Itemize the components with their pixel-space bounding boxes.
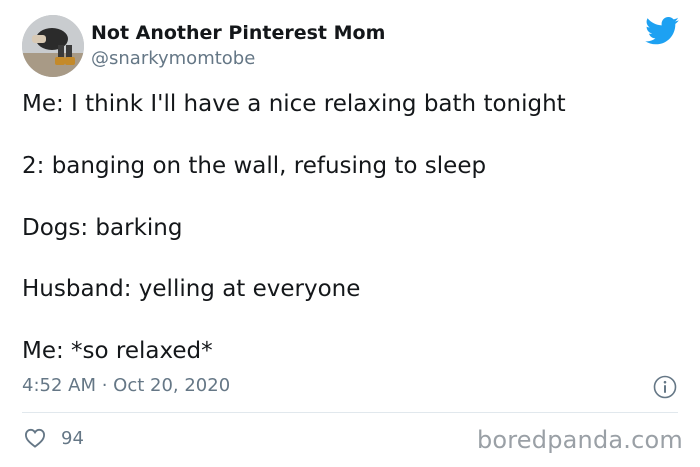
tweet-text-line: Husband: yelling at everyone [22, 276, 361, 302]
tweet-text-line: 2: banging on the wall, refusing to slee… [22, 153, 487, 179]
like-count: 94 [61, 428, 84, 449]
heart-icon[interactable] [24, 428, 46, 448]
user-handle[interactable]: @snarkymomtobe [91, 48, 255, 69]
tweet-timestamp[interactable]: 4:52 AM · Oct 20, 2020 [22, 375, 230, 396]
info-icon[interactable] [653, 375, 677, 399]
tweet-card: Not Another Pinterest Mom @snarkymomtobe… [0, 0, 700, 467]
twitter-bird-icon [645, 17, 679, 45]
tweet-text-line: Dogs: barking [22, 215, 183, 241]
avatar[interactable] [22, 15, 84, 77]
divider [22, 412, 678, 413]
watermark: boredpanda.com [476, 426, 683, 454]
tweet-text-line: Me: *so relaxed* [22, 338, 213, 364]
tweet-text-line: Me: I think I'll have a nice relaxing ba… [22, 91, 566, 117]
display-name[interactable]: Not Another Pinterest Mom [91, 22, 385, 44]
